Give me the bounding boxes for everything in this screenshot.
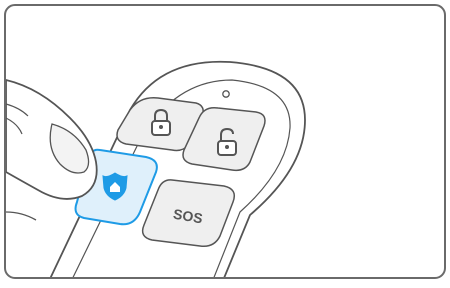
- remote-control-illustration: SOS: [0, 0, 450, 283]
- indicator-led: [222, 90, 230, 98]
- illustration-canvas: SOS: [4, 4, 446, 279]
